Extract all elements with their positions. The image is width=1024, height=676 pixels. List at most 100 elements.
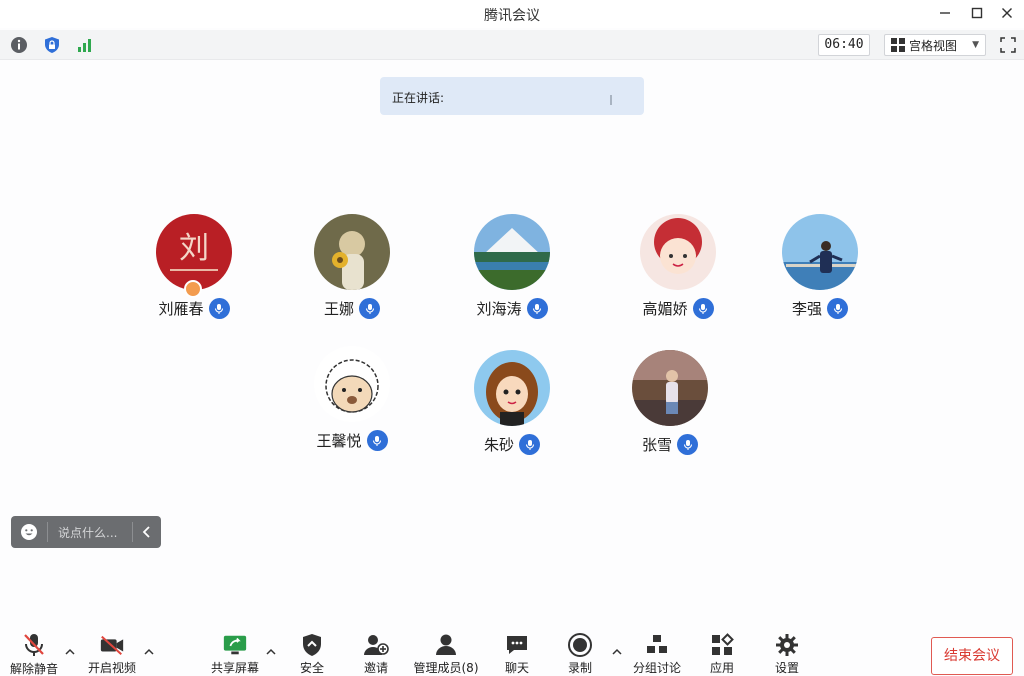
- breakout-rooms-button[interactable]: 分组讨论: [625, 632, 689, 676]
- security-button[interactable]: 安全: [280, 632, 344, 676]
- apps-icon: [712, 632, 734, 655]
- gear-icon: [776, 633, 798, 656]
- camera-off-icon: [100, 635, 124, 655]
- chevron-up-icon: [144, 648, 154, 655]
- share-screen-button[interactable]: 共享屏幕: [203, 632, 267, 676]
- mic-on-icon: [359, 298, 380, 319]
- settings-label: 设置: [774, 661, 799, 675]
- bottom-toolbar: 解除静音 开启视频 共享屏幕 安全 邀请 管理成员(8) 聊天 录制 分组讨论 …: [0, 626, 1024, 676]
- view-mode-label: 宫格视图: [909, 38, 958, 53]
- share-screen-label: 共享屏幕: [210, 661, 259, 675]
- settings-button[interactable]: 设置: [755, 632, 819, 676]
- chevron-left-icon: [142, 526, 150, 538]
- participant-tile[interactable]: 李强: [750, 214, 890, 339]
- participant-name: 朱砂: [483, 436, 514, 454]
- speaking-cursor: [610, 95, 612, 105]
- meeting-info-button[interactable]: [9, 35, 29, 55]
- emoji-button[interactable]: [11, 516, 47, 548]
- security-label: 安全: [299, 661, 324, 675]
- chat-icon: [507, 635, 527, 654]
- avatar: 刘: [156, 214, 232, 290]
- participant-name: 李强: [791, 300, 822, 318]
- participant-name-row: 刘雁春: [124, 298, 264, 319]
- meeting-timer: 06:40: [818, 34, 870, 56]
- chat-input-placeholder[interactable]: 说点什么...: [48, 524, 132, 541]
- record-button[interactable]: 录制: [548, 632, 612, 676]
- share-screen-icon: [223, 635, 247, 654]
- speaking-label: 正在讲话:: [392, 91, 445, 105]
- mic-on-icon: [366, 430, 388, 451]
- avatar: [782, 214, 858, 290]
- chevron-up-icon: [65, 648, 75, 655]
- manage-members-button[interactable]: 管理成员(8): [413, 632, 479, 676]
- maximize-icon: [971, 7, 983, 19]
- invite-button[interactable]: 邀请: [344, 632, 408, 676]
- fullscreen-button[interactable]: [998, 35, 1018, 55]
- view-mode-dropdown[interactable]: 宫格视图 ▼: [884, 34, 986, 56]
- avatar: [474, 350, 550, 426]
- meeting-topbar: 06:40 宫格视图 ▼: [0, 30, 1024, 60]
- unmute-button[interactable]: 解除静音: [2, 632, 66, 676]
- maximize-button[interactable]: [964, 2, 990, 24]
- record-label: 录制: [567, 661, 592, 675]
- participant-name-row: 刘海涛: [442, 298, 582, 319]
- collapse-chat-button[interactable]: [133, 516, 161, 548]
- add-user-icon: [364, 634, 389, 655]
- breakout-rooms-label: 分组讨论: [632, 661, 681, 675]
- participant-name: 王娜: [323, 300, 354, 318]
- apps-label: 应用: [709, 661, 734, 675]
- network-status-button[interactable]: [75, 35, 95, 55]
- apps-button[interactable]: 应用: [690, 632, 754, 676]
- speaking-indicator: 正在讲话:: [380, 77, 644, 115]
- participant-name: 刘雁春: [158, 300, 204, 318]
- record-icon: [568, 632, 592, 657]
- participant-name: 高媚娇: [642, 300, 688, 318]
- mic-on-icon: [208, 298, 230, 319]
- participant-tile[interactable]: 张雪: [600, 350, 740, 475]
- close-icon: [1002, 8, 1012, 18]
- participant-name: 刘海涛: [476, 300, 522, 318]
- shield-icon: [303, 633, 321, 656]
- shield-icon: [45, 37, 59, 53]
- video-options-button[interactable]: [143, 646, 155, 658]
- start-video-button[interactable]: 开启视频: [80, 632, 144, 676]
- chevron-up-icon: [612, 648, 622, 655]
- mic-on-icon: [519, 434, 540, 455]
- minimize-button[interactable]: [932, 2, 958, 24]
- chat-button[interactable]: 聊天: [485, 632, 549, 676]
- close-button[interactable]: [994, 2, 1020, 24]
- mic-on-icon: [692, 298, 714, 319]
- signal-icon: [78, 39, 91, 52]
- fullscreen-icon: [1000, 37, 1016, 53]
- participant-name-row: 王馨悦: [282, 430, 422, 451]
- mic-on-icon: [827, 298, 848, 319]
- avatar: [474, 214, 550, 290]
- participant-name: 张雪: [641, 436, 672, 454]
- share-options-button[interactable]: [265, 646, 277, 658]
- avatar: [640, 214, 716, 290]
- participant-name-row: 王娜: [282, 298, 422, 319]
- window-title: 腾讯会议: [484, 8, 540, 24]
- participant-tile[interactable]: 刘海涛: [442, 214, 582, 339]
- host-badge-icon: [184, 280, 202, 298]
- participant-tile[interactable]: 王馨悦: [282, 346, 422, 471]
- participant-name-row: 高媚娇: [608, 298, 748, 319]
- end-meeting-button[interactable]: 结束会议: [931, 637, 1013, 675]
- participant-name-row: 李强: [750, 298, 890, 319]
- audio-options-button[interactable]: [64, 646, 76, 658]
- chat-quick-input[interactable]: 说点什么...: [11, 516, 161, 548]
- avatar: [314, 214, 390, 290]
- participant-tile[interactable]: 刘 刘雁春: [124, 214, 264, 339]
- invite-label: 邀请: [363, 661, 388, 675]
- participant-tile[interactable]: 朱砂: [442, 350, 582, 475]
- security-status-button[interactable]: [42, 35, 62, 55]
- avatar: [632, 350, 708, 426]
- avatar: [314, 346, 390, 422]
- minimize-icon: [940, 12, 950, 14]
- participant-tile[interactable]: 王娜: [282, 214, 422, 339]
- participant-name: 王馨悦: [316, 432, 362, 450]
- chevron-up-icon: [266, 648, 276, 655]
- record-options-button[interactable]: [611, 646, 623, 658]
- participant-name-row: 张雪: [600, 434, 740, 455]
- participant-tile[interactable]: 高媚娇: [608, 214, 748, 339]
